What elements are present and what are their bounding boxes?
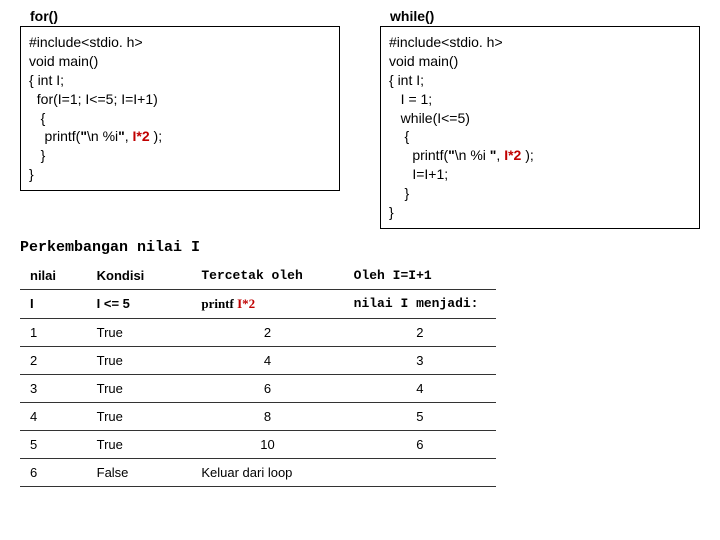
code-line: } xyxy=(389,185,409,201)
while-label: while() xyxy=(380,8,700,24)
code-highlight: I*2 xyxy=(504,147,521,163)
code-comparison: for() #include<stdio. h> void main() { i… xyxy=(20,8,700,229)
code-line: void main() xyxy=(29,53,98,69)
quote-char: " xyxy=(80,128,87,144)
cell-out: 8 xyxy=(191,402,343,430)
table-row: 6 False Keluar dari loop xyxy=(20,458,496,486)
cell-out: 10 xyxy=(191,430,343,458)
table-row: 2 True 4 3 xyxy=(20,346,496,374)
table-row: 3 True 6 4 xyxy=(20,374,496,402)
code-highlight: I*2 xyxy=(133,128,150,144)
header-kondisi: Kondisi xyxy=(87,262,192,290)
code-line: #include<stdio. h> xyxy=(29,34,143,50)
header-ile5: I <= 5 xyxy=(87,289,192,318)
code-line: \n %i xyxy=(455,147,490,163)
code-line: } xyxy=(29,147,45,163)
table-body: 1 True 2 2 2 True 4 3 3 True 6 4 4 True … xyxy=(20,318,496,486)
code-line: } xyxy=(29,166,34,182)
code-line: { int I; xyxy=(389,72,424,88)
header-printf: printf I*2 xyxy=(191,289,343,318)
header-tercetak: Tercetak oleh xyxy=(191,262,343,290)
cell-out: 2 xyxy=(191,318,343,346)
cell-cond: True xyxy=(87,430,192,458)
cell-out: 6 xyxy=(191,374,343,402)
code-line: printf( xyxy=(389,147,448,163)
header-printf-pre: printf xyxy=(201,296,237,311)
for-code-box: #include<stdio. h> void main() { int I; … xyxy=(20,26,340,191)
cell-out: 4 xyxy=(191,346,343,374)
quote-char: " xyxy=(448,147,455,163)
header-printf-hl: I*2 xyxy=(237,296,255,311)
cell-next: 4 xyxy=(344,374,496,402)
code-line: { xyxy=(389,128,409,144)
while-code-box: #include<stdio. h> void main() { int I; … xyxy=(380,26,700,229)
cell-i: 5 xyxy=(20,430,87,458)
section-title: Perkembangan nilai I xyxy=(20,239,700,256)
cell-i: 6 xyxy=(20,458,87,486)
code-line: \n %i xyxy=(87,128,118,144)
cell-cond: True xyxy=(87,346,192,374)
code-line: for(I=1; I<=5; I=I+1) xyxy=(29,91,158,107)
table-header-row-2: I I <= 5 printf I*2 nilai I menjadi: xyxy=(20,289,496,318)
table-header-row-1: nilai Kondisi Tercetak oleh Oleh I=I+1 xyxy=(20,262,496,290)
cell-next: 6 xyxy=(344,430,496,458)
code-line: ); xyxy=(521,147,533,163)
cell-cond: False xyxy=(87,458,192,486)
header-oleh: Oleh I=I+1 xyxy=(344,262,496,290)
code-line: } xyxy=(389,204,394,220)
cell-next: 3 xyxy=(344,346,496,374)
code-line: , xyxy=(125,128,133,144)
table-head: nilai Kondisi Tercetak oleh Oleh I=I+1 I… xyxy=(20,262,496,319)
code-line: #include<stdio. h> xyxy=(389,34,503,50)
cell-i: 3 xyxy=(20,374,87,402)
code-line: { xyxy=(29,110,45,126)
code-line: I=I+1; xyxy=(389,166,448,182)
cell-next: 2 xyxy=(344,318,496,346)
header-next: nilai I menjadi: xyxy=(344,289,496,318)
cell-i: 1 xyxy=(20,318,87,346)
header-nilai: nilai xyxy=(20,262,87,290)
cell-cond: True xyxy=(87,402,192,430)
code-line: { int I; xyxy=(29,72,64,88)
cell-next: 5 xyxy=(344,402,496,430)
cell-i: 4 xyxy=(20,402,87,430)
code-line: printf( xyxy=(29,128,80,144)
cell-i: 2 xyxy=(20,346,87,374)
code-line: ); xyxy=(150,128,162,144)
cell-cond: True xyxy=(87,318,192,346)
while-column: while() #include<stdio. h> void main() {… xyxy=(380,8,700,229)
header-i: I xyxy=(20,289,87,318)
table-row: 1 True 2 2 xyxy=(20,318,496,346)
code-line: I = 1; xyxy=(389,91,432,107)
cell-out: Keluar dari loop xyxy=(191,458,343,486)
for-label: for() xyxy=(20,8,340,24)
trace-table: nilai Kondisi Tercetak oleh Oleh I=I+1 I… xyxy=(20,262,496,487)
code-line: void main() xyxy=(389,53,458,69)
code-line: while(I<=5) xyxy=(389,110,470,126)
table-row: 4 True 8 5 xyxy=(20,402,496,430)
cell-cond: True xyxy=(87,374,192,402)
table-row: 5 True 10 6 xyxy=(20,430,496,458)
cell-next xyxy=(344,458,496,486)
for-column: for() #include<stdio. h> void main() { i… xyxy=(20,8,340,229)
quote-char: " xyxy=(118,128,125,144)
